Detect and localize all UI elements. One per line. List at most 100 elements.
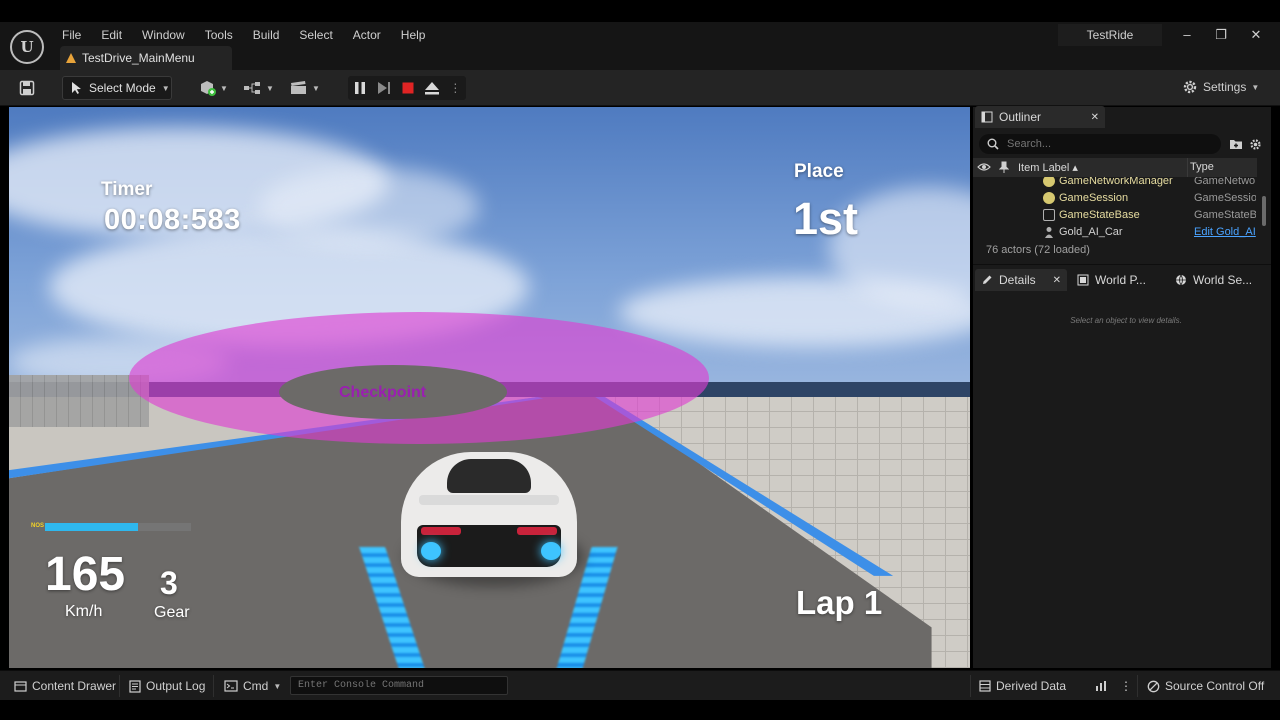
pause-icon[interactable]: [353, 81, 367, 95]
list-item[interactable]: GameSession GameSessio: [973, 189, 1257, 206]
visibility-eye-icon[interactable]: [977, 162, 991, 172]
edit-blueprint-link[interactable]: Edit Gold_AI: [1194, 226, 1256, 238]
cloud: [259, 167, 479, 247]
blueprint-icon: [244, 82, 260, 94]
main-toolbar: Select Mode ▼ ▼ ▼ ▼ ⋮ Settings ▼: [0, 70, 1280, 106]
project-name: TestRide: [1058, 24, 1162, 46]
add-cube-icon: [201, 81, 216, 96]
speed-value: 165: [45, 548, 126, 601]
eject-icon[interactable]: [424, 81, 440, 95]
frame-skip-icon[interactable]: [376, 81, 392, 95]
car-spoiler: [419, 495, 559, 505]
menu-file[interactable]: File: [52, 24, 91, 46]
maximize-icon[interactable]: ❐: [1204, 24, 1238, 46]
tab-world-settings-label: World Se...: [1193, 273, 1253, 287]
minimize-icon[interactable]: –: [1170, 24, 1204, 46]
image-icon: [1043, 208, 1055, 221]
car-rear-window: [447, 459, 531, 493]
outliner-list: GameNetworkManager GameNetwo GameSession…: [973, 177, 1257, 239]
output-log-button[interactable]: Output Log: [129, 677, 205, 695]
source-control-button[interactable]: Source Control Off: [1147, 677, 1264, 695]
select-mode-label: Select Mode: [89, 81, 156, 95]
pawn-icon: [1045, 226, 1053, 238]
close-tab-icon[interactable]: ✕: [1091, 112, 1099, 123]
menu-window[interactable]: Window: [132, 24, 195, 46]
close-tab-icon[interactable]: ✕: [1053, 275, 1061, 286]
menu-edit[interactable]: Edit: [91, 24, 132, 46]
nos-label: NOS: [31, 523, 45, 529]
list-item[interactable]: GameNetworkManager GameNetwo: [973, 177, 1257, 189]
details-empty-hint: Select an object to view details.: [1070, 316, 1182, 325]
chevron-down-icon: ▼: [220, 83, 228, 93]
pin-icon[interactable]: [999, 161, 1009, 174]
pencil-icon: [983, 275, 992, 284]
add-actor-button[interactable]: ▼: [199, 78, 228, 98]
close-window-icon[interactable]: ✕: [1239, 24, 1273, 46]
gear-icon[interactable]: [1249, 138, 1262, 151]
separator: [970, 675, 971, 697]
derived-data-button[interactable]: Derived Data: [979, 677, 1066, 695]
title-bar: U File Edit Window Tools Build Select Ac…: [0, 22, 1280, 70]
place-value: 1st: [793, 193, 859, 244]
settings-label: Settings: [1203, 80, 1247, 94]
content-drawer-button[interactable]: Content Drawer: [14, 677, 116, 695]
tab-details[interactable]: Details ✕: [975, 269, 1067, 291]
separator: [119, 675, 120, 697]
derived-data-label: Derived Data: [996, 679, 1067, 693]
clapperboard-icon: [291, 81, 306, 94]
outliner-scrollbar[interactable]: [1262, 196, 1266, 226]
terminal-icon: [224, 680, 238, 692]
source-control-off-icon: [1147, 680, 1160, 692]
nos-bar: [45, 523, 191, 531]
add-folder-icon[interactable]: [1229, 138, 1243, 150]
list-item[interactable]: GameStateBase GameStateB: [973, 206, 1257, 223]
console-command-input[interactable]: [290, 676, 508, 695]
actor-icon: [1043, 177, 1055, 187]
search-icon: [987, 138, 999, 150]
level-tab[interactable]: TestDrive_MainMenu: [60, 46, 232, 70]
tab-world-partition[interactable]: World P...: [1071, 269, 1152, 291]
list-item[interactable]: Gold_AI_Car Edit Gold_AI: [973, 223, 1257, 239]
content-drawer-label: Content Drawer: [32, 679, 117, 693]
source-control-label: Source Control Off: [1165, 679, 1265, 693]
gear-label: Gear: [154, 604, 190, 621]
level-tab-label: TestDrive_MainMenu: [82, 51, 195, 65]
panel-divider: [973, 264, 1271, 265]
chevron-down-icon: ▼: [266, 83, 274, 93]
settings-button[interactable]: Settings ▼: [1182, 79, 1259, 95]
more-options-icon[interactable]: ⋮: [449, 81, 461, 95]
globe-icon: [1176, 274, 1186, 286]
blueprint-button[interactable]: ▼: [243, 78, 274, 98]
tab-world-settings[interactable]: World Se...: [1169, 269, 1258, 291]
log-icon: [129, 679, 141, 693]
bar-graph-icon[interactable]: [1095, 677, 1107, 695]
search-input[interactable]: [1007, 138, 1207, 150]
menu-select[interactable]: Select: [289, 24, 342, 46]
menu-build[interactable]: Build: [243, 24, 290, 46]
menu-tools[interactable]: Tools: [195, 24, 243, 46]
chevron-down-icon: ▼: [161, 83, 170, 93]
more-options-icon[interactable]: ⋮: [1120, 677, 1132, 695]
outliner-search[interactable]: [979, 134, 1221, 154]
cmd-dropdown[interactable]: Cmd ▼: [224, 677, 281, 695]
column-item-label[interactable]: Item Label ▴: [1018, 161, 1078, 174]
gear-value: 3: [160, 565, 178, 601]
play-controls: ⋮: [348, 76, 466, 100]
menu-actor[interactable]: Actor: [343, 24, 391, 46]
save-icon[interactable]: [19, 78, 35, 98]
separator: [213, 675, 214, 697]
tab-world-partition-label: World P...: [1095, 273, 1146, 287]
unreal-logo-icon[interactable]: U: [10, 30, 44, 64]
menu-help[interactable]: Help: [391, 24, 436, 46]
level-viewport[interactable]: Checkpoint Timer 00:08:583 Place 1st Lap…: [9, 107, 970, 668]
item-label: GameNetworkManager: [1059, 177, 1173, 187]
exhaust-flame-right: [541, 542, 561, 560]
stop-icon[interactable]: [401, 81, 415, 95]
cinematics-button[interactable]: ▼: [289, 78, 320, 98]
tab-outliner[interactable]: Outliner ✕: [975, 106, 1105, 128]
column-type[interactable]: Type: [1190, 161, 1214, 173]
menu-bar: File Edit Window Tools Build Select Acto…: [52, 24, 435, 46]
timer-value: 00:08:583: [104, 204, 241, 236]
outliner-column-header: Item Label ▴ Type: [973, 158, 1257, 177]
select-mode-dropdown[interactable]: Select Mode ▼: [62, 76, 172, 100]
